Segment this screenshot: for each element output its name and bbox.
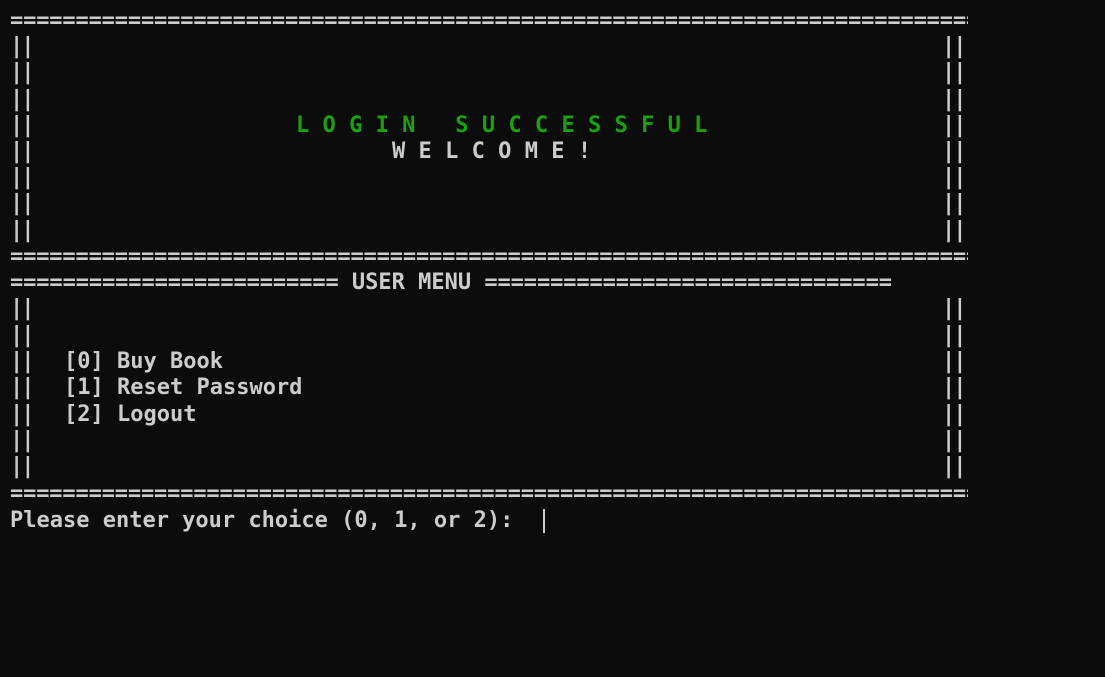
banner-right-border: ||: [942, 139, 966, 164]
banner-right-border: ||: [942, 87, 966, 112]
menu-item-buy-book: [0] Buy Book: [64, 349, 223, 375]
menu-left-border: ||: [10, 428, 34, 453]
menu-left-border: ||: [10, 402, 34, 427]
menu-item-key: [1]: [64, 375, 104, 400]
menu-bottom-rule: ========================================…: [10, 481, 968, 506]
menu-left-border: ||: [10, 375, 34, 400]
menu-item-key: [2]: [64, 402, 104, 427]
menu-right-border: ||: [942, 402, 966, 427]
banner-left-border: ||: [10, 165, 34, 190]
banner-right-border: ||: [942, 60, 966, 85]
banner-left-border: ||: [10, 60, 34, 85]
banner-left-border: ||: [10, 34, 34, 59]
banner-right-border: ||: [942, 165, 966, 190]
menu-item-label: Logout: [117, 402, 197, 427]
banner-bottom-rule: ========================================…: [10, 244, 968, 269]
choice-prompt: Please enter your choice (0, 1, or 2):: [10, 508, 514, 533]
banner-right-border: ||: [942, 113, 966, 138]
menu-right-border: ||: [942, 428, 966, 453]
banner-right-border: ||: [942, 218, 966, 243]
menu-header: ========================= USER MENU ====…: [10, 270, 892, 296]
banner-left-border: ||: [10, 218, 34, 243]
menu-left-border: ||: [10, 323, 34, 348]
banner-right-border: ||: [942, 191, 966, 216]
menu-item-label: Buy Book: [117, 349, 223, 374]
menu-left-border: ||: [10, 349, 34, 374]
banner-left-border: ||: [10, 113, 34, 138]
banner-top-rule: ========================================…: [10, 8, 968, 33]
banner-left-border: ||: [10, 87, 34, 112]
menu-header-rule-right: ===============================: [484, 270, 892, 295]
menu-header-rule-left: =========================: [10, 270, 339, 295]
menu-right-border: ||: [942, 296, 966, 321]
menu-item-key: [0]: [64, 349, 104, 374]
menu-left-border: ||: [10, 454, 34, 479]
menu-item-logout: [2] Logout: [64, 402, 196, 428]
banner-left-border: ||: [10, 191, 34, 216]
banner-right-border: ||: [942, 34, 966, 59]
menu-right-border: ||: [942, 349, 966, 374]
menu-right-border: ||: [942, 454, 966, 479]
login-success-title: LOGIN SUCCESSFUL: [296, 113, 721, 138]
terminal-window[interactable]: ========================================…: [0, 0, 1105, 677]
menu-right-border: ||: [942, 375, 966, 400]
menu-heading: USER MENU: [351, 270, 472, 295]
banner-left-border: ||: [10, 139, 34, 164]
text-cursor[interactable]: [543, 509, 545, 533]
menu-left-border: ||: [10, 296, 34, 321]
menu-item-label: Reset Password: [117, 375, 303, 400]
menu-right-border: ||: [942, 323, 966, 348]
menu-item-reset-password: [1] Reset Password: [64, 375, 302, 401]
welcome-subtitle: WELCOME!: [392, 139, 605, 164]
